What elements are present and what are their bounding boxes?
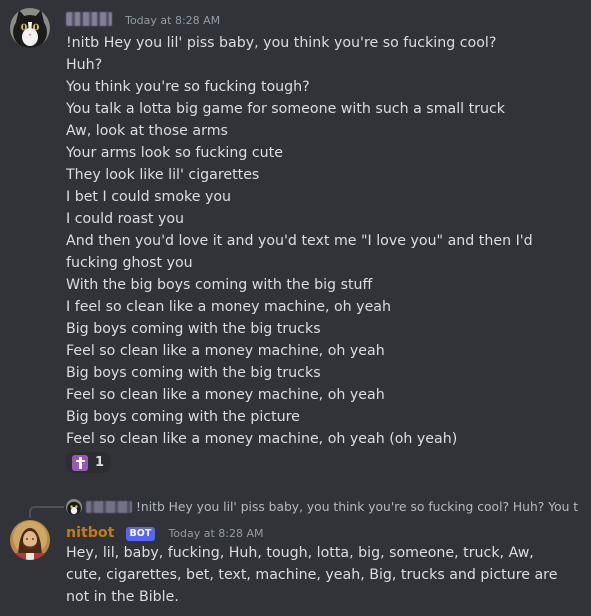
message-line: I could roast you (66, 211, 185, 227)
reply-preview-text: !nitb Hey you lil' piss baby, you think … (136, 500, 579, 514)
reply-preview[interactable]: !nitb Hey you lil' piss baby, you think … (66, 498, 579, 516)
username-redacted[interactable] (66, 12, 112, 26)
reaction-button[interactable]: 1 (66, 452, 112, 473)
message-line: Feel so clean like a money machine, oh y… (66, 431, 458, 447)
reaction-count: 1 (95, 455, 105, 470)
message-line: Feel so clean like a money machine, oh y… (66, 387, 385, 403)
message-line: Huh? (66, 57, 103, 73)
timestamp: Today at 8:28 AM (168, 527, 264, 540)
latin-cross-icon (72, 454, 88, 471)
message-line: I bet I could smoke you (66, 189, 232, 205)
cat-avatar-icon (10, 8, 50, 48)
bot-avatar[interactable] (10, 520, 50, 560)
message-2-header: nitbot BOT Today at 8:28 AM (66, 522, 264, 541)
cat-avatar-icon (66, 499, 82, 515)
user-avatar[interactable] (10, 8, 50, 48)
bot-message-text: Hey, lil, baby, fucking, Huh, tough, lot… (66, 545, 562, 605)
bot-tag: BOT (125, 527, 156, 541)
message-line: Aw, look at those arms (66, 123, 228, 139)
message-line: !nitb Hey you lil' piss baby, you think … (66, 35, 497, 51)
bot-username[interactable]: nitbot (66, 525, 114, 541)
message-line: Big boys coming with the picture (66, 409, 300, 425)
message-line: You talk a lotta big game for someone wi… (66, 101, 506, 117)
message-line: With the big boys coming with the big st… (66, 277, 373, 293)
message-1-content: !nitb Hey you lil' piss baby, you think … (66, 32, 585, 450)
timestamp: Today at 8:28 AM (125, 14, 221, 27)
reply-avatar (66, 499, 82, 515)
message-2-content: Hey, lil, baby, fucking, Huh, tough, lot… (66, 542, 569, 608)
message-line: You think you're so fucking tough? (66, 79, 310, 95)
message-line: Big boys coming with the big trucks (66, 365, 321, 381)
message-line: Feel so clean like a money machine, oh y… (66, 343, 385, 359)
jesus-avatar-icon (10, 520, 50, 560)
message-1-header: Today at 8:28 AM (66, 9, 220, 28)
message-line: And then you'd love it and you'd text me… (66, 233, 538, 271)
message-line: Big boys coming with the big trucks (66, 321, 321, 337)
message-line: I feel so clean like a money machine, oh… (66, 299, 391, 315)
message-line: They look like lil' cigarettes (66, 167, 260, 183)
reply-connector (29, 506, 64, 518)
reply-username-redacted (86, 501, 132, 513)
message-line: Your arms look so fucking cute (66, 145, 283, 161)
